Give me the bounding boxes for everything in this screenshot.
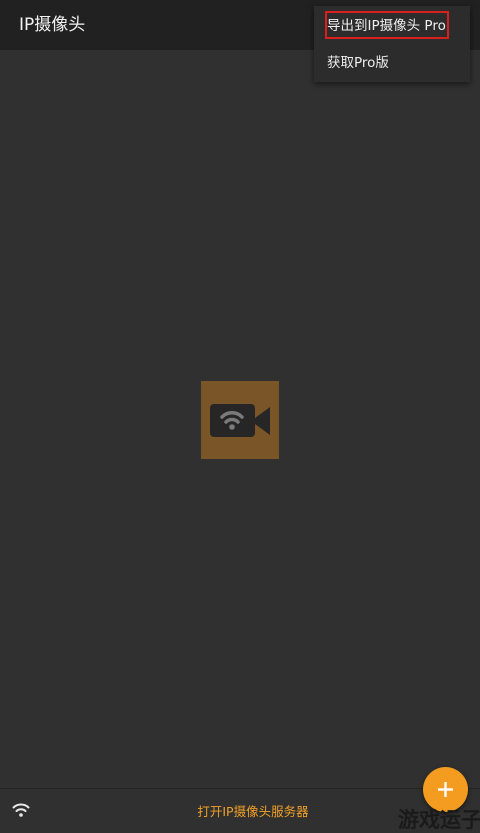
watermark: 游戏运子 (398, 808, 480, 832)
highlight-annotation-box (325, 11, 449, 39)
wifi-icon[interactable] (12, 802, 30, 818)
menu-item-get-pro[interactable]: 获取Pro版 (314, 45, 470, 81)
plus-icon (438, 782, 453, 797)
app-title: IP摄像头 (19, 15, 86, 35)
add-fab-button[interactable] (423, 767, 468, 812)
open-server-button[interactable]: 打开IP摄像头服务器 (180, 800, 326, 824)
bottom-divider (0, 788, 480, 789)
wifi-camera-icon (201, 381, 279, 459)
